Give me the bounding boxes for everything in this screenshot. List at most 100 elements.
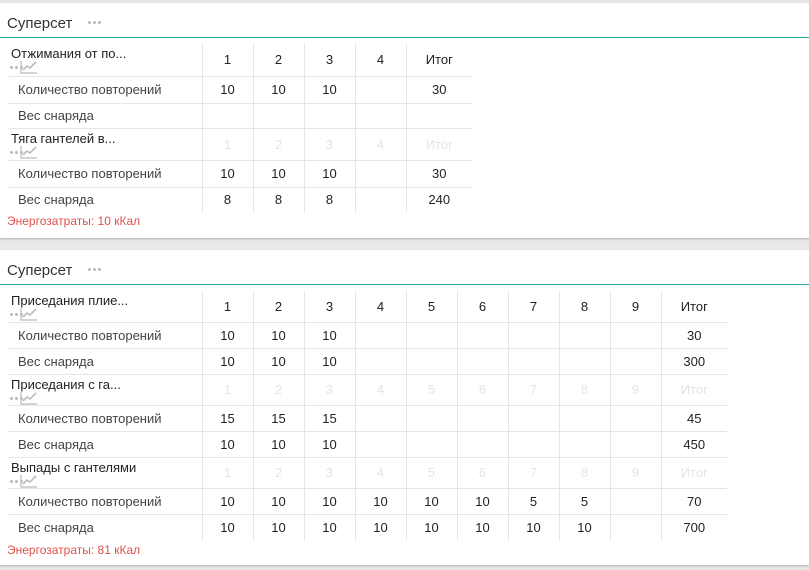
set-number-header: 4 [354, 127, 406, 160]
superset-menu-icon[interactable] [88, 268, 101, 271]
set-value-cell[interactable]: 10 [252, 487, 304, 514]
total-cell: 30 [405, 159, 472, 187]
set-value-cell[interactable] [609, 347, 661, 374]
set-value-cell[interactable] [405, 404, 457, 431]
set-value-cell[interactable]: 10 [405, 487, 457, 514]
set-value-cell[interactable] [456, 430, 508, 457]
set-value-cell[interactable] [405, 321, 457, 348]
set-value-cell[interactable]: 10 [252, 321, 304, 348]
exercise-name[interactable]: Отжимания от по... [11, 46, 126, 61]
set-value-cell[interactable]: 15 [252, 404, 304, 431]
set-value-cell[interactable] [303, 102, 355, 128]
set-value-cell[interactable]: 8 [303, 186, 355, 212]
set-value-cell[interactable] [354, 430, 406, 457]
set-value-cell[interactable]: 10 [507, 513, 559, 540]
set-value-cell[interactable]: 10 [252, 430, 304, 457]
metric-label: Количество повторений [8, 75, 202, 103]
set-value-cell[interactable] [354, 321, 406, 348]
superset-title: Суперсет [7, 262, 73, 279]
superset-menu-icon[interactable] [88, 21, 101, 24]
set-value-cell[interactable]: 10 [354, 487, 406, 514]
set-value-cell[interactable] [354, 347, 406, 374]
exercise-name[interactable]: Приседания плие... [11, 293, 128, 308]
set-value-cell[interactable]: 10 [201, 347, 253, 374]
set-value-cell[interactable] [507, 347, 559, 374]
set-value-cell[interactable]: 10 [354, 513, 406, 540]
set-value-cell[interactable] [456, 404, 508, 431]
total-cell: 45 [660, 404, 727, 431]
card-header: Суперсет [0, 3, 809, 38]
set-value-cell[interactable] [405, 430, 457, 457]
set-number-header: 1 [201, 373, 253, 405]
metric-label: Количество повторений [8, 159, 202, 187]
set-value-cell[interactable]: 10 [201, 159, 253, 187]
metric-row: Количество повторений 10 10 10 30 [8, 159, 472, 187]
set-value-cell[interactable]: 10 [252, 159, 304, 187]
set-value-cell[interactable] [609, 430, 661, 457]
set-value-cell[interactable]: 5 [507, 487, 559, 514]
set-value-cell[interactable] [354, 186, 406, 212]
set-value-cell[interactable]: 10 [201, 321, 253, 348]
set-value-cell[interactable]: 15 [201, 404, 253, 431]
set-value-cell[interactable]: 10 [456, 487, 508, 514]
set-value-cell[interactable] [456, 321, 508, 348]
total-cell: 240 [405, 186, 472, 212]
exercise-header-row: Приседания плие... 1 2 3 4 5 6 7 8 9 Итог [8, 291, 727, 322]
set-value-cell[interactable] [558, 404, 610, 431]
set-value-cell[interactable]: 10 [303, 347, 355, 374]
set-value-cell[interactable]: 10 [201, 513, 253, 540]
set-value-cell[interactable]: 10 [201, 75, 253, 103]
set-value-cell[interactable]: 10 [303, 159, 355, 187]
set-value-cell[interactable] [201, 102, 253, 128]
set-value-cell[interactable]: 10 [303, 75, 355, 103]
set-value-cell[interactable] [609, 487, 661, 514]
set-value-cell[interactable]: 10 [303, 487, 355, 514]
set-value-cell[interactable] [354, 159, 406, 187]
exercise-menu-icon[interactable] [10, 150, 23, 154]
set-value-cell[interactable] [354, 102, 406, 128]
set-value-cell[interactable]: 10 [303, 513, 355, 540]
set-value-cell[interactable] [609, 513, 661, 540]
set-number-header: 8 [558, 373, 610, 405]
set-number-header: 7 [507, 456, 559, 488]
set-value-cell[interactable]: 10 [405, 513, 457, 540]
set-value-cell[interactable]: 5 [558, 487, 610, 514]
set-value-cell[interactable]: 10 [558, 513, 610, 540]
set-number-header: 3 [303, 291, 355, 322]
set-value-cell[interactable] [609, 404, 661, 431]
set-value-cell[interactable] [252, 102, 304, 128]
exercise-menu-icon[interactable] [10, 479, 23, 483]
set-value-cell[interactable] [558, 321, 610, 348]
set-value-cell[interactable]: 10 [303, 321, 355, 348]
exercise-menu-icon[interactable] [10, 66, 23, 69]
exercise-name[interactable]: Тяга гантелей в... [11, 131, 115, 146]
set-value-cell[interactable]: 15 [303, 404, 355, 431]
set-value-cell[interactable] [456, 347, 508, 374]
set-number-header: 6 [456, 291, 508, 322]
set-value-cell[interactable] [558, 430, 610, 457]
set-value-cell[interactable]: 10 [456, 513, 508, 540]
set-value-cell[interactable]: 10 [303, 430, 355, 457]
set-value-cell[interactable]: 10 [201, 487, 253, 514]
set-value-cell[interactable] [609, 321, 661, 348]
set-value-cell[interactable] [354, 404, 406, 431]
set-value-cell[interactable]: 10 [252, 347, 304, 374]
set-value-cell[interactable] [507, 404, 559, 431]
set-value-cell[interactable] [507, 430, 559, 457]
set-value-cell[interactable]: 8 [201, 186, 253, 212]
set-value-cell[interactable] [405, 347, 457, 374]
exercise-name[interactable]: Выпады с гантелями [11, 460, 136, 475]
exercise-menu-icon[interactable] [10, 313, 23, 316]
metric-label: Количество повторений [8, 487, 202, 514]
set-value-cell[interactable]: 8 [252, 186, 304, 212]
set-value-cell[interactable]: 10 [252, 513, 304, 540]
metric-label: Вес снаряда [8, 102, 202, 128]
set-number-header: 6 [456, 456, 508, 488]
set-value-cell[interactable]: 10 [252, 75, 304, 103]
exercise-name[interactable]: Приседания с га... [11, 377, 121, 392]
exercise-menu-icon[interactable] [10, 396, 23, 400]
set-value-cell[interactable]: 10 [201, 430, 253, 457]
set-value-cell[interactable] [354, 75, 406, 103]
set-value-cell[interactable] [558, 347, 610, 374]
set-value-cell[interactable] [507, 321, 559, 348]
